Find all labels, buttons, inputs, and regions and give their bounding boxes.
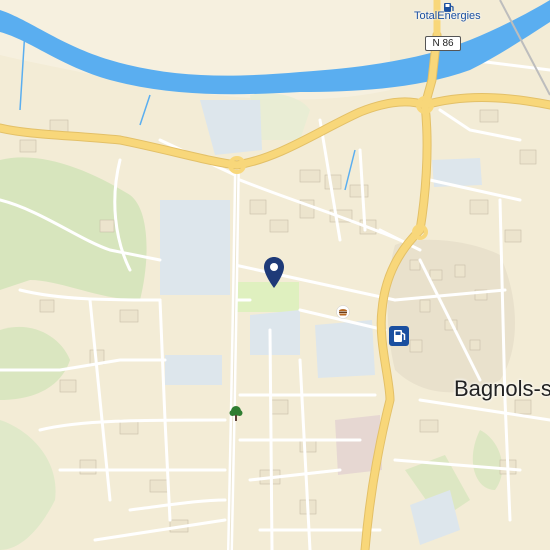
place-label-town: Bagnols-su bbox=[454, 376, 550, 401]
map-canvas[interactable]: TotalEnergies N 86 Bagnols-s bbox=[0, 0, 550, 550]
fuel-station-icon-town[interactable] bbox=[389, 326, 409, 351]
road-shield: N 86 bbox=[425, 36, 461, 51]
restaurant-icon[interactable] bbox=[336, 305, 350, 324]
poi-label-totalenergies[interactable]: TotalEnergies bbox=[414, 10, 481, 22]
location-pin-icon[interactable] bbox=[263, 256, 285, 295]
park-tree-icon[interactable] bbox=[229, 405, 243, 428]
